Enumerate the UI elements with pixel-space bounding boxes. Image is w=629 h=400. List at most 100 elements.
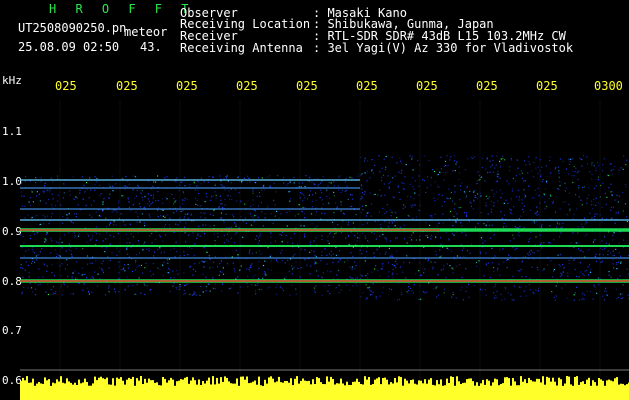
noise-dot [410,204,412,206]
noise-dot [332,224,334,226]
noise-dot [102,203,104,205]
noise-dot [510,212,512,214]
noise-dot [503,261,505,263]
noise-dot [611,190,613,192]
noise-dot [33,252,36,254]
noise-dot [205,290,207,292]
noise-dot [115,224,117,226]
noise-dot [529,277,531,280]
noise-dot [485,294,487,296]
noise-dot [507,259,509,261]
noise-dot [127,264,129,266]
noise-dot [383,158,385,160]
noise-dot [200,286,202,288]
noise-dot [99,267,101,269]
noise-dot [142,272,144,274]
noise-dot [330,182,332,184]
noise-dot [480,212,482,214]
noise-dot [398,298,401,301]
noise-dot [529,237,531,239]
noise-dot [491,164,493,166]
noise-dot [333,278,335,280]
noise-dot [594,187,596,190]
noise-dot [568,262,570,265]
noise-dot [230,188,232,190]
noise-dot [481,158,483,160]
noise-dot [440,255,442,257]
noise-dot [496,191,498,193]
noise-dot [374,164,376,166]
noise-dot [377,270,379,272]
noise-dot [247,286,249,288]
noise-dot [233,268,235,270]
level-bar [24,380,26,400]
noise-dot [490,211,493,213]
noise-dot [558,264,560,266]
noise-dot [412,217,414,220]
level-bar [216,377,218,400]
noise-dot [213,233,215,235]
noise-dot [544,208,546,210]
noise-dot [248,251,250,253]
noise-dot [535,193,537,195]
noise-dot [510,159,513,161]
noise-dot [517,234,519,236]
level-bar [452,377,454,400]
level-bar [276,381,278,400]
noise-dot [337,269,340,271]
noise-dot [496,175,498,177]
noise-dot [90,189,92,191]
noise-dot [451,267,453,269]
noise-dot [380,194,382,196]
noise-dot [88,293,90,295]
noise-dot [535,189,537,191]
noise-dot [118,200,120,202]
noise-dot [102,270,104,272]
noise-dot [108,285,110,287]
level-bar [224,376,226,400]
noise-dot [332,261,334,264]
noise-dot [46,231,48,234]
noise-dot [143,283,145,285]
noise-dot [382,174,385,176]
noise-dot [436,296,438,298]
noise-dot [293,233,296,235]
noise-dot [184,216,186,218]
noise-dot [293,266,295,268]
noise-dot [578,196,580,198]
noise-dot [459,264,461,266]
noise-dot [332,236,334,238]
noise-dot [592,241,594,243]
noise-dot [77,235,80,237]
noise-dot [209,225,211,227]
noise-dot [530,231,532,233]
noise-dot [50,252,52,254]
noise-dot [163,177,166,179]
noise-dot [319,196,321,199]
noise-dot [57,194,59,196]
noise-dot [320,259,322,262]
noise-dot [126,242,128,244]
level-bar [500,384,502,400]
noise-dot [533,221,535,223]
noise-dot [437,198,439,200]
noise-dot [531,170,533,172]
level-bar [418,380,420,400]
noise-dot [489,171,491,173]
noise-dot [86,255,89,257]
noise-dot [157,209,159,211]
noise-dot [27,287,29,289]
noise-dot [497,267,499,269]
level-bar [80,383,82,400]
level-bar [412,379,414,400]
noise-dot [234,234,236,236]
noise-dot [463,247,465,249]
noise-dot [142,249,144,251]
noise-dot [28,271,30,274]
noise-dot [189,246,191,249]
noise-dot [391,264,393,266]
noise-dot [504,288,507,290]
noise-dot [455,163,457,165]
noise-dot [513,237,515,240]
noise-dot [555,285,557,287]
